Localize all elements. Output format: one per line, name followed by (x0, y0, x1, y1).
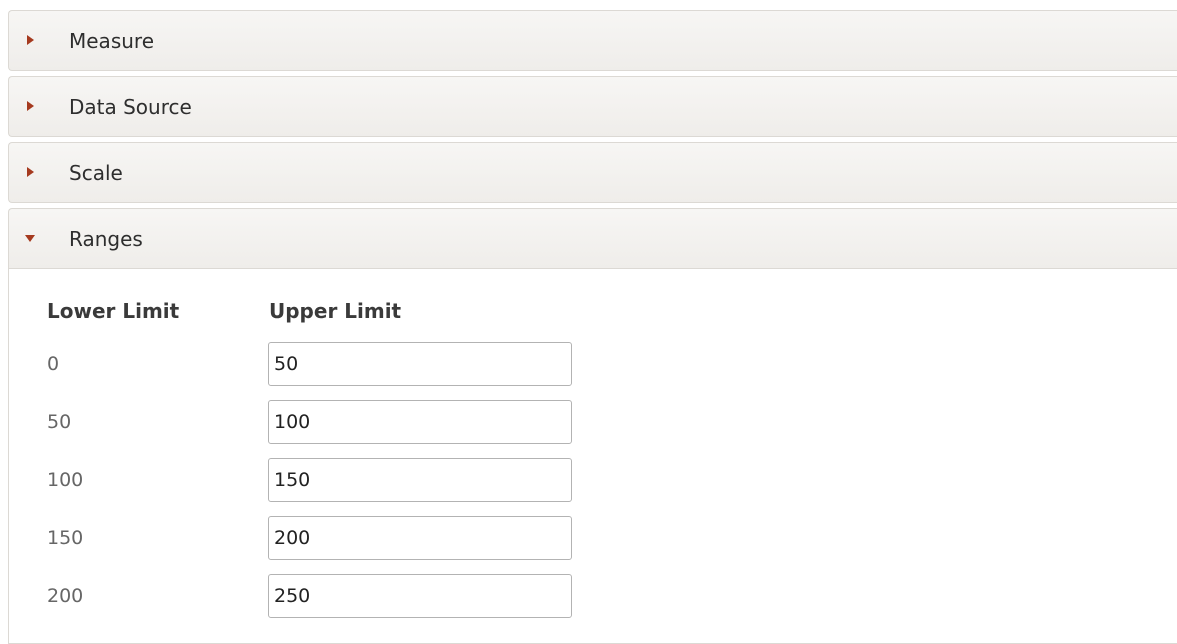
section-title-data-source: Data Source (69, 95, 192, 119)
caret-down-icon (25, 234, 35, 242)
upper-limit-header: Upper Limit (269, 299, 402, 323)
lower-limit-value: 50 (47, 411, 72, 433)
upper-limit-input[interactable] (268, 342, 572, 386)
lower-limit-value: 0 (47, 353, 60, 375)
lower-limit-value: 200 (47, 585, 84, 607)
range-row: 50 (9, 400, 709, 444)
section-title-measure: Measure (69, 29, 154, 53)
caret-right-icon (27, 34, 34, 45)
upper-limit-input[interactable] (268, 516, 572, 560)
upper-limit-input[interactable] (268, 574, 572, 618)
upper-limit-input[interactable] (268, 458, 572, 502)
section-header-scale[interactable]: Scale (8, 142, 1177, 203)
range-row: 200 (9, 574, 709, 618)
accordion-panel: Measure Data Source Scale Ranges Lower L… (8, 10, 1177, 644)
lower-limit-value: 100 (47, 469, 84, 491)
lower-limit-value: 150 (47, 527, 84, 549)
range-row: 150 (9, 516, 709, 560)
range-row: 100 (9, 458, 709, 502)
section-header-measure[interactable]: Measure (8, 10, 1177, 71)
upper-limit-input[interactable] (268, 400, 572, 444)
section-header-ranges[interactable]: Ranges (8, 208, 1177, 269)
ranges-section-body: Lower Limit Upper Limit 0 50 100 150 200 (8, 269, 1177, 644)
caret-right-icon (27, 166, 34, 177)
section-title-ranges: Ranges (69, 227, 143, 251)
section-title-scale: Scale (69, 161, 123, 185)
section-header-data-source[interactable]: Data Source (8, 76, 1177, 137)
lower-limit-header: Lower Limit (47, 299, 180, 323)
caret-right-icon (27, 100, 34, 111)
range-row: 0 (9, 342, 709, 386)
